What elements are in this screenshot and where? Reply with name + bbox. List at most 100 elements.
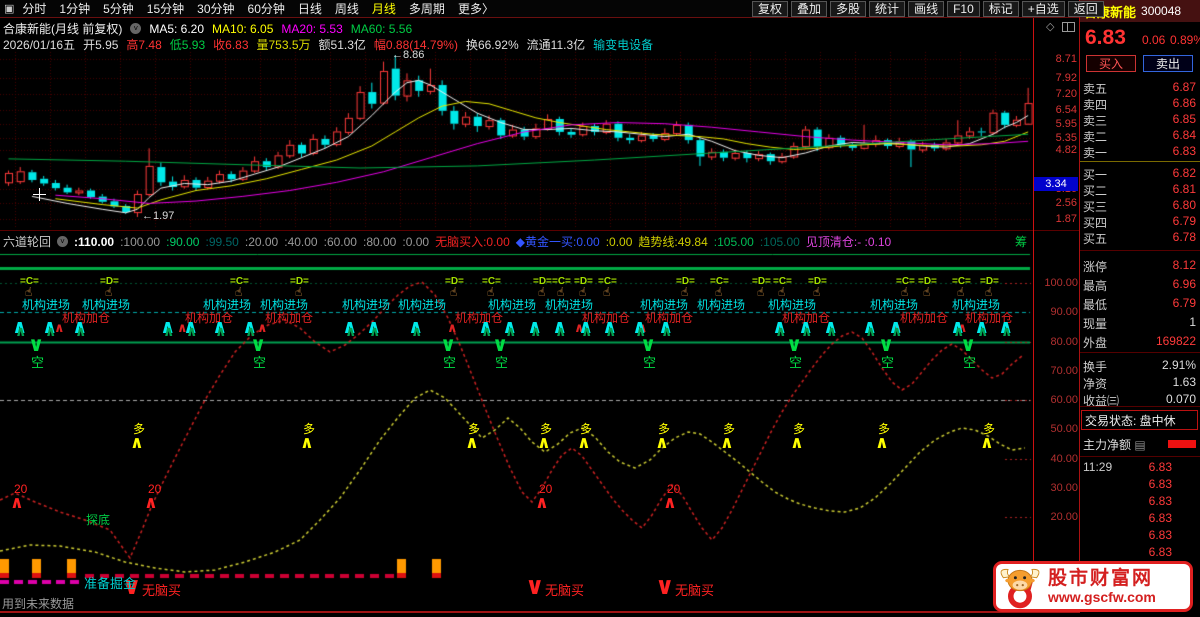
hand-pointer-icon: ☝ [923,285,931,299]
prepare-label: 准备掘金 [84,576,137,591]
info-segment: :100.00 [120,234,161,249]
info-segment: :0.00 [402,234,430,249]
info-segment: MA10: 6.05 [212,21,274,36]
price-axis-label: 1.87 [1055,213,1077,226]
sell-button[interactable]: 卖出 [1143,55,1193,72]
tick-price: 6.83 [1148,545,1172,559]
green-triangle-icon: ∧ [555,324,567,340]
stat-label: 净资 [1083,377,1108,391]
site-name: 股市财富网 [1048,568,1154,589]
order-row-value[interactable]: 6.78 [1173,230,1196,244]
chart-canvas[interactable] [0,0,1200,617]
tool-button-+自选[interactable]: +自选 [1021,1,1065,17]
buy-button[interactable]: 买入 [1086,55,1136,72]
net-inflow-bar [1168,440,1196,448]
menu-item-更多〉[interactable]: 更多〉 [458,0,494,17]
order-row-label: 买二 [1083,184,1108,198]
tool-button-F10[interactable]: F10 [947,1,980,17]
order-row-label: 买一 [1083,168,1108,182]
tool-button-多股[interactable]: 多股 [830,1,867,17]
long-arrow-icon: ∧ [655,433,669,453]
order-row-value[interactable]: 6.80 [1173,198,1196,212]
menu-item-15分钟[interactable]: 15分钟 [147,0,184,17]
tool-button-画线[interactable]: 画线 [908,1,945,17]
green-triangle-icon: ∧ [661,324,673,340]
long-arrow-icon: ∧ [300,433,314,453]
green-triangle-icon: ∧ [75,324,87,340]
green-triangle-icon: ∧ [581,324,593,340]
buy-v-icon: ∨ [655,572,675,600]
order-row-value[interactable]: 6.84 [1173,128,1196,142]
stat-value[interactable]: 1 [1189,315,1196,329]
order-row-value[interactable]: 6.85 [1173,112,1196,126]
menu-item-周线[interactable]: 周线 [335,0,359,17]
hand-pointer-icon: ☝ [235,285,243,299]
tick-price: 6.83 [1148,528,1172,542]
order-row-value[interactable]: 6.79 [1173,214,1196,228]
tool-button-统计[interactable]: 统计 [869,1,906,17]
split-window-icon[interactable] [1062,22,1075,32]
menu-item-分时[interactable]: 分时 [22,0,46,17]
entry-signal-label: 机构进场 [640,298,689,312]
stat-value[interactable]: 6.96 [1173,277,1196,291]
bull-logo-icon [1000,568,1040,608]
collapse-chevron-icon[interactable]: ˅ [130,23,142,34]
menu-item-多周期[interactable]: 多周期 [409,0,445,17]
stat-value[interactable]: 1.63 [1173,375,1196,389]
long-arrow-icon: ∧ [465,433,479,453]
hand-pointer-icon: ☝ [957,285,965,299]
hand-pointer-icon: ☝ [105,285,113,299]
tool-button-标记[interactable]: 标记 [982,1,1019,17]
buy-signal-label: 无脑买 [545,583,585,598]
menu-item-月线[interactable]: 月线 [372,0,396,17]
order-row-value[interactable]: 6.86 [1173,96,1196,110]
indicator-axis-label: 30.00 [1050,481,1078,494]
green-triangle-icon: ∧ [801,324,813,340]
stat-value[interactable]: 8.12 [1173,258,1196,272]
hand-pointer-icon: ☝ [25,285,33,299]
diamond-icon[interactable]: ◇ [1046,20,1054,33]
price-axis-label: 8.71 [1055,53,1077,66]
entry-signal-label: 机构进场 [203,298,252,312]
order-row-value[interactable]: 6.82 [1173,166,1196,180]
green-triangle-icon: ∧ [481,324,493,340]
hand-pointer-icon: ☝ [901,285,909,299]
long-arrow-icon: ∧ [875,433,889,453]
entry-signal-label: 机构进场 [952,298,1001,312]
menu-item-30分钟[interactable]: 30分钟 [197,0,234,17]
buy-v-icon: ∨ [525,572,545,600]
info-segment: 低5.93 [169,38,206,52]
menu-item-日线[interactable]: 日线 [298,0,322,17]
stat-value[interactable]: 2.91% [1162,358,1196,372]
stat-label: 外盘 [1083,336,1108,350]
tool-button-叠加[interactable]: 叠加 [791,1,828,17]
last-price: 6.83 [1085,26,1126,49]
info-segment: :40.00 [284,234,318,249]
tool-button-复权[interactable]: 复权 [752,1,789,17]
order-row-value[interactable]: 6.87 [1173,80,1196,94]
chip-distribution-tab[interactable]: 筹 [1015,233,1027,250]
info-segment: 合康新能(月线 前复权) [3,22,123,36]
stat-value[interactable]: 0.070 [1166,392,1196,406]
collapse-chevron-icon[interactable]: ˅ [57,236,69,247]
stat-value[interactable]: 169822 [1156,334,1196,348]
order-row-value[interactable]: 6.83 [1173,144,1196,158]
menu-item-1分钟[interactable]: 1分钟 [59,0,90,17]
axis-divider [1033,18,1034,611]
stat-label: 最低 [1083,298,1108,312]
order-row-value[interactable]: 6.81 [1173,182,1196,196]
tool-button-返回[interactable]: 返回 [1067,1,1104,17]
info-segment: 2026/01/16五 [3,38,76,52]
hand-pointer-icon: ☝ [295,285,303,299]
menu-item-5分钟[interactable]: 5分钟 [103,0,134,17]
order-row-label: 卖五 [1083,82,1108,96]
stat-label: 涨停 [1083,260,1108,274]
stat-value[interactable]: 6.79 [1173,296,1196,310]
home-grid-icon[interactable]: ▣ [4,2,14,15]
short-v-icon: ∨ [786,332,803,356]
indicator-axis-label: 40.00 [1050,452,1078,465]
extreme-price-label: ←1.97 [142,210,175,222]
indicator-axis-label: 100.00 [1044,277,1078,289]
main-net-label[interactable]: 主力净额 ▤ [1083,436,1146,453]
menu-item-60分钟[interactable]: 60分钟 [248,0,285,17]
